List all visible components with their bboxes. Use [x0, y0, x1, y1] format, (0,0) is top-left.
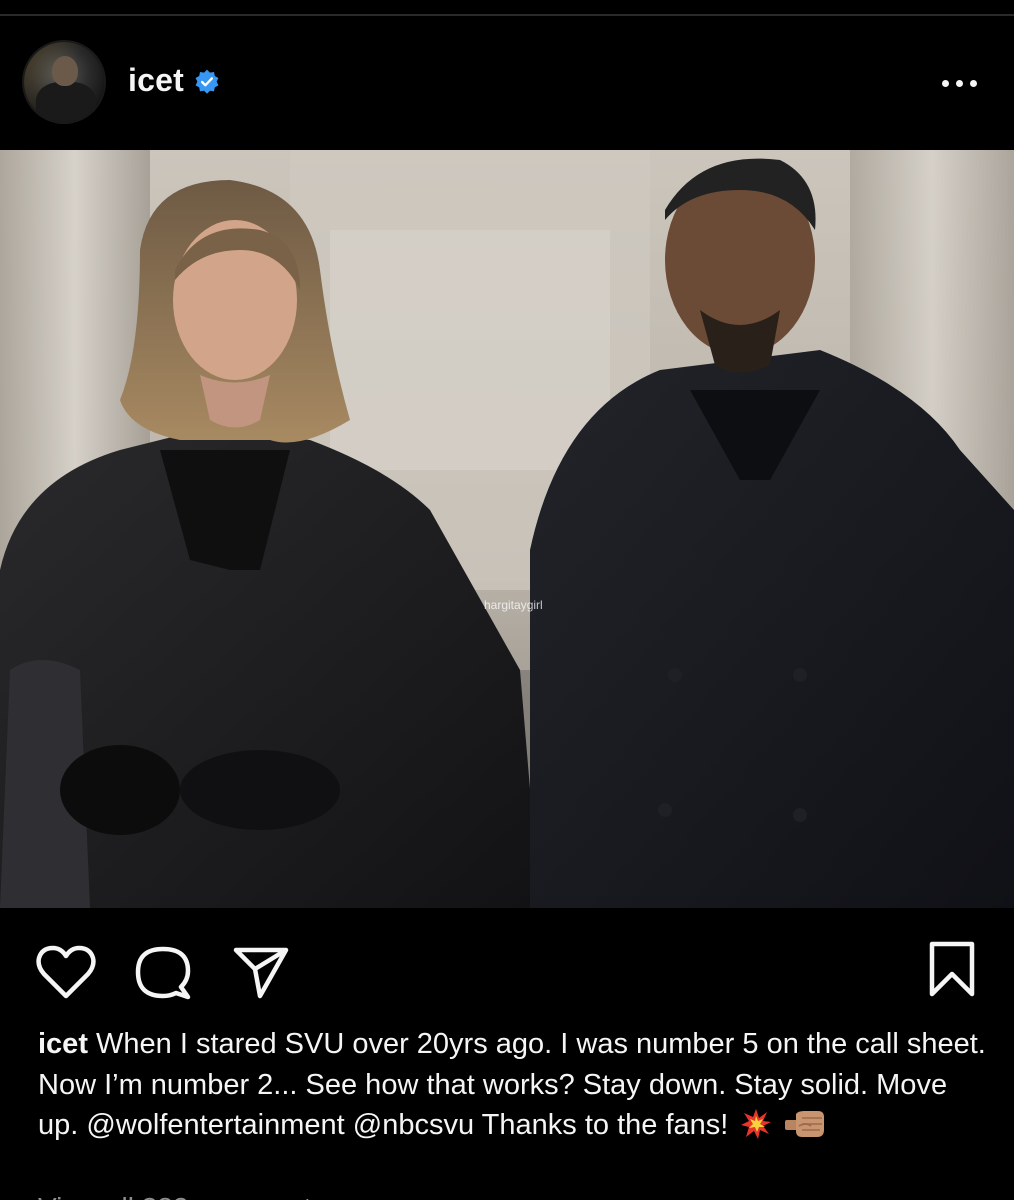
collision-emoji-icon [741, 1109, 772, 1139]
photo-watermark: hargitaygirl [484, 598, 543, 612]
action-bar [0, 908, 1014, 1018]
heart-icon[interactable] [36, 944, 96, 1000]
verified-badge-icon [195, 69, 219, 94]
bookmark-icon[interactable] [928, 940, 976, 1000]
comment-icon[interactable] [134, 944, 192, 1002]
more-options-button[interactable] [940, 72, 980, 96]
avatar[interactable] [24, 42, 104, 122]
divider [0, 14, 1014, 16]
post-header: icet [0, 0, 1014, 150]
caption-username[interactable]: icet [38, 1028, 88, 1060]
mention-link[interactable]: @wolfentertainment [86, 1109, 344, 1141]
photo-illustration [0, 150, 1014, 908]
post-username[interactable]: icet [128, 62, 184, 99]
right-facing-fist-icon [785, 1111, 825, 1137]
mention-link[interactable]: @nbcsvu [353, 1109, 474, 1141]
caption-text: Thanks to the fans! [481, 1109, 729, 1141]
view-comments-link[interactable]: View all 382 comments [38, 1182, 325, 1200]
post-photo[interactable]: hargitaygirl [0, 150, 1014, 908]
share-icon[interactable] [232, 946, 290, 1000]
post-caption: icet When I stared SVU over 20yrs ago. I… [38, 1024, 988, 1146]
